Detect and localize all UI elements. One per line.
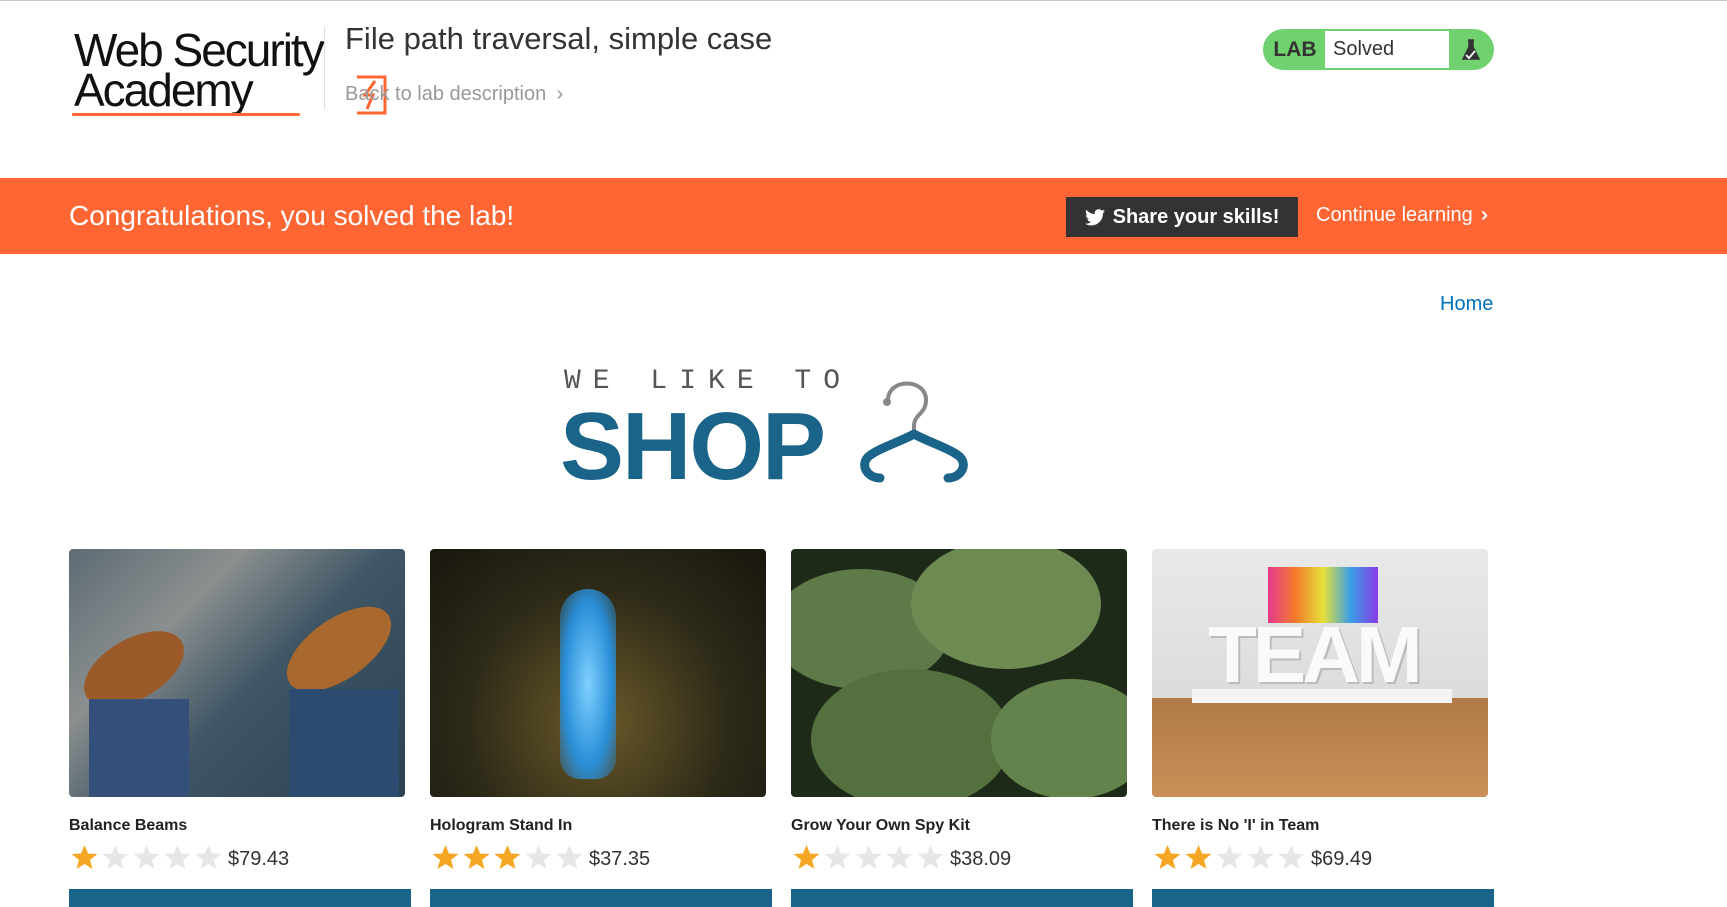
product-name: Balance Beams <box>69 817 188 834</box>
back-link-label: Back to lab description <box>345 83 547 105</box>
star-filled-icon <box>71 845 98 869</box>
academy-logo[interactable]: Web Security Academy <box>72 27 387 119</box>
star-empty-icon <box>886 845 913 869</box>
double-chevron-right-icon: ›› <box>556 83 565 105</box>
logo-underline <box>72 113 300 116</box>
product-name: There is No 'I' in Team <box>1152 817 1320 834</box>
continue-learning-link[interactable]: Continue learning ›› <box>1316 204 1490 227</box>
share-skills-button[interactable]: Share your skills! <box>1066 197 1298 237</box>
lab-status-text: Solved <box>1325 31 1449 68</box>
product-rating: $38.09 <box>791 843 1011 876</box>
product-rating: $79.43 <box>69 843 289 876</box>
view-details-button[interactable]: View details <box>1152 889 1494 907</box>
logo-line2: Academy <box>74 64 254 116</box>
rating-stars <box>1152 843 1307 876</box>
star-empty-icon <box>824 845 851 869</box>
star-filled-icon <box>463 845 490 869</box>
lab-status-badge: LAB Solved <box>1263 29 1494 70</box>
star-empty-icon <box>164 845 191 869</box>
star-filled-icon <box>1185 845 1212 869</box>
product-image-hologram-stand-in[interactable] <box>430 549 766 797</box>
rating-stars <box>69 843 224 876</box>
view-details-button[interactable]: View details <box>430 889 772 907</box>
product-name: Grow Your Own Spy Kit <box>791 817 970 834</box>
product-card: Grow Your Own Spy Kit $38.09 View detail… <box>791 549 1135 907</box>
hanger-icon <box>860 381 968 483</box>
star-empty-icon <box>195 845 222 869</box>
product-name: Hologram Stand In <box>430 817 573 834</box>
solved-message: Congratulations, you solved the lab! <box>69 200 515 231</box>
star-empty-icon <box>1278 845 1305 869</box>
solved-banner: Congratulations, you solved the lab! Sha… <box>0 178 1727 254</box>
star-empty-icon <box>133 845 160 869</box>
share-skills-label: Share your skills! <box>1112 205 1280 228</box>
header-divider <box>324 27 325 109</box>
shop-word: SHOP <box>560 393 826 500</box>
product-card: Hologram Stand In $37.35 View details <box>430 549 774 907</box>
home-link[interactable]: Home <box>1440 293 1493 316</box>
star-filled-icon <box>1154 845 1181 869</box>
product-image-grow-your-own-spy-kit[interactable] <box>791 549 1127 797</box>
product-card: TEAM There is No 'I' in Team $69.49 View… <box>1152 549 1496 907</box>
product-image-no-i-in-team[interactable]: TEAM <box>1152 549 1488 797</box>
lab-label: LAB <box>1273 37 1317 61</box>
product-rating: $37.35 <box>430 843 650 876</box>
star-filled-icon <box>494 845 521 869</box>
lab-title: File path traversal, simple case <box>345 21 773 56</box>
twitter-icon <box>1084 208 1105 225</box>
star-empty-icon <box>1216 845 1243 869</box>
star-empty-icon <box>102 845 129 869</box>
product-price: $79.43 <box>228 848 290 870</box>
double-chevron-right-icon: ›› <box>1480 204 1490 226</box>
star-empty-icon <box>1247 845 1274 869</box>
back-to-lab-description-link[interactable]: Back to lab description ›› <box>345 83 566 106</box>
flask-icon <box>1449 38 1492 62</box>
star-filled-icon <box>793 845 820 869</box>
star-empty-icon <box>855 845 882 869</box>
product-price: $37.35 <box>589 848 651 870</box>
star-empty-icon <box>917 845 944 869</box>
continue-learning-label: Continue learning <box>1316 204 1473 226</box>
rating-stars <box>430 843 585 876</box>
lab-header: Web Security Academy File path traversal… <box>0 1 1727 179</box>
product-price: $38.09 <box>950 848 1012 870</box>
star-filled-icon <box>432 845 459 869</box>
rating-stars <box>791 843 946 876</box>
product-card: Balance Beams $79.43 View details <box>69 549 413 907</box>
shop-logo: WE LIKE TO SHOP <box>560 362 1010 500</box>
star-empty-icon <box>556 845 583 869</box>
view-details-button[interactable]: View details <box>791 889 1133 907</box>
product-price: $69.49 <box>1311 848 1373 870</box>
product-rating: $69.49 <box>1152 843 1372 876</box>
product-image-balance-beams[interactable] <box>69 549 405 797</box>
star-empty-icon <box>525 845 552 869</box>
view-details-button[interactable]: View details <box>69 889 411 907</box>
